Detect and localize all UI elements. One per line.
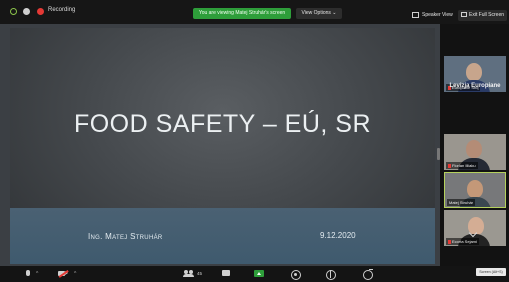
participants-icon[interactable] [183,269,197,279]
interpretation-globe-icon[interactable] [326,269,336,280]
participant-name-tag: Florian Illiaku [446,162,478,169]
video-options-caret[interactable]: ^ [74,269,79,279]
muted-mic-icon [448,163,451,168]
microphone-icon[interactable] [24,269,32,279]
participant-head [466,63,482,81]
reactions-icon[interactable] [363,269,373,280]
participant-tile[interactable]: Florian Illiaku [444,134,506,170]
slide-footer-band [10,208,435,264]
top-bar: Recording You are viewing Matej Struhár'… [0,0,509,24]
participant-head [467,180,483,198]
audio-options-caret[interactable]: ^ [36,269,41,279]
screen-tooltip: Screen (Alt+S) [476,268,506,276]
participants-count: 45 [197,271,203,276]
share-screen-icon[interactable] [254,269,265,279]
participant-name: Ecorta Sejami [452,239,477,244]
slide-title: FOOD SAFETY – EÚ, SR [73,110,372,138]
speaker-view-label: Speaker View [422,12,453,18]
view-options-button[interactable]: View Options ⌄ [296,8,342,19]
exit-full-screen-label: Exit Full Screen [469,12,505,18]
participant-tile[interactable]: Ecorta Sejami [444,210,506,246]
speaker-view-icon [412,11,419,18]
muted-mic-icon [448,239,451,244]
info-icon[interactable] [23,8,30,15]
slide-author: Ing. Matej Struhár [88,232,163,241]
presentation-slide: FOOD SAFETY – EÚ, SR Ing. Matej Struhár … [10,28,435,264]
record-icon[interactable] [291,269,301,280]
participant-tile-active-speaker[interactable]: Matej Struhár [444,172,506,208]
shield-icon[interactable] [10,8,17,15]
participant-name-tag: Matej Struhár [447,199,476,206]
featured-participant-name: Levizja Europiane [449,83,501,89]
recording-dot-icon [37,8,44,15]
speaker-view-button[interactable]: Speaker View [412,10,453,21]
participant-head [466,140,482,158]
participant-name-tag: Ecorta Sejami [446,238,479,245]
shared-screen: FOOD SAFETY – EÚ, SR Ing. Matej Struhár … [0,24,440,266]
participant-name: Florian Illiaku [452,163,476,168]
viewing-screen-banner: You are viewing Matej Struhár's screen [193,8,291,19]
exit-full-screen-icon [461,12,467,18]
chat-icon[interactable] [221,269,231,279]
meeting-toolbar: ^ ^ 45 [0,266,509,282]
slide-date: 9.12.2020 [320,231,356,240]
recording-label: Recording [48,7,76,13]
participant-name: Matej Struhár [449,200,474,205]
exit-full-screen-button[interactable]: Exit Full Screen [458,10,508,21]
